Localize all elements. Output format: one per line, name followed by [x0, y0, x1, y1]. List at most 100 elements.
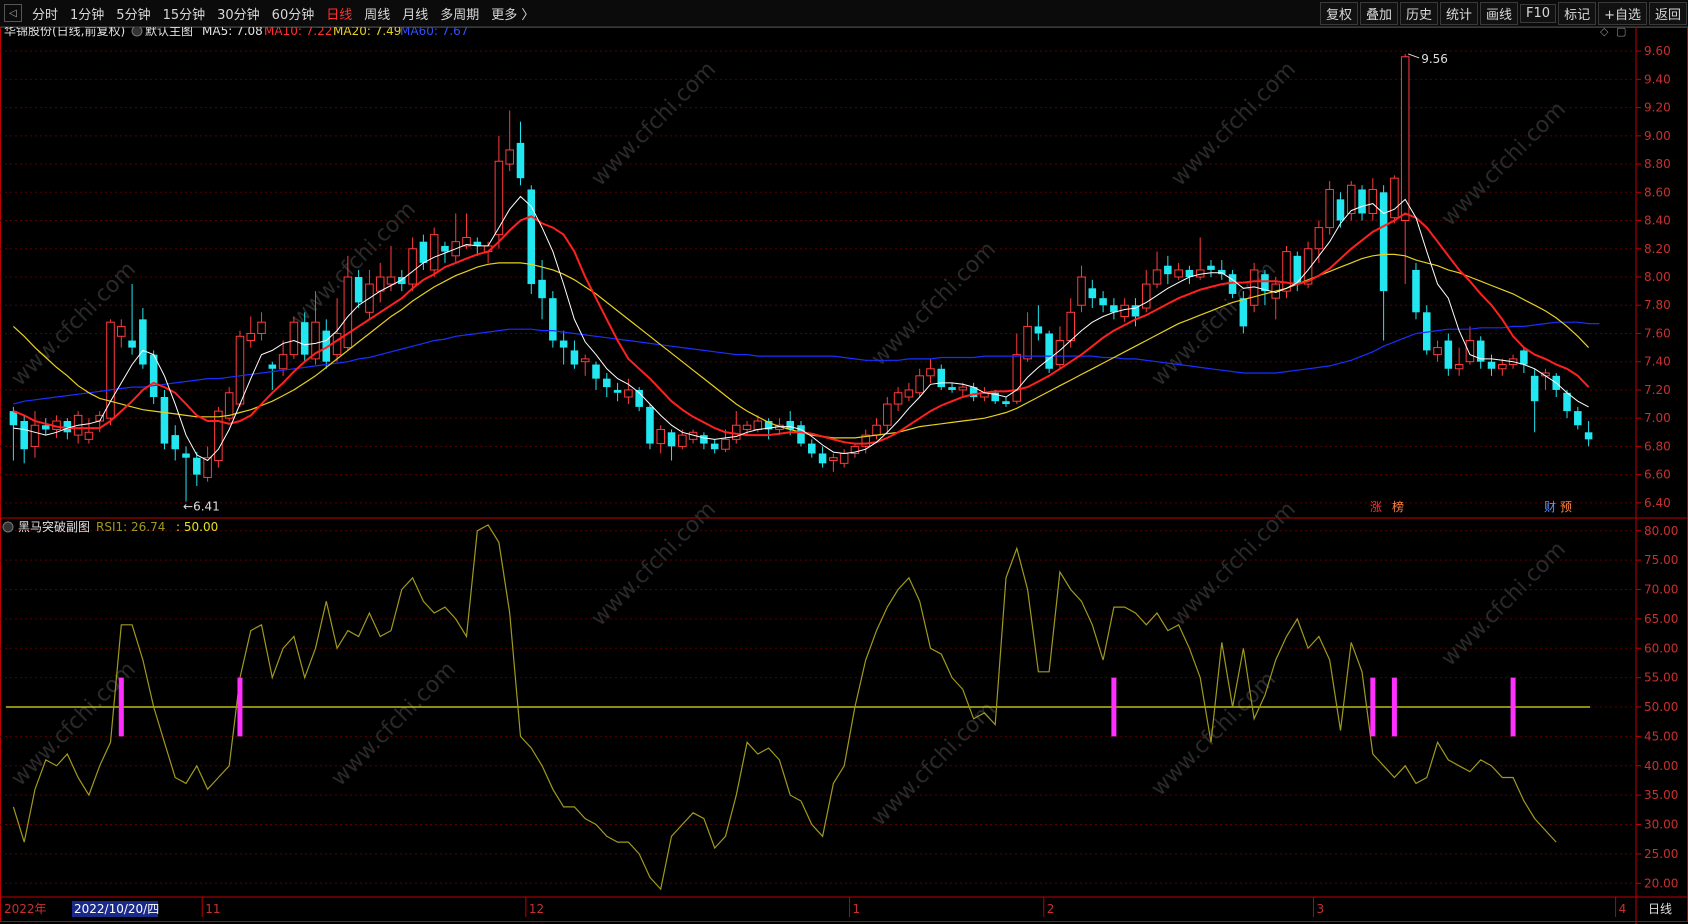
period-tab-9[interactable]: 多周期 — [434, 4, 485, 23]
candle-46 — [505, 110, 514, 172]
candle-0 — [9, 406, 18, 461]
candle-body — [549, 298, 557, 341]
watermark: www.cfchi.com — [1167, 497, 1301, 631]
tool-button-6[interactable]: 标记 — [1558, 1, 1597, 25]
price-tick-label: 9.60 — [1644, 44, 1671, 58]
candle-17 — [193, 452, 201, 486]
candle-body — [797, 425, 805, 444]
candle-body — [375, 276, 385, 292]
stock-name-label: 华锦股份(日线,前复权) — [4, 27, 125, 38]
rsi-tick-label: 60.00 — [1644, 641, 1678, 655]
price-tick-label: 7.40 — [1644, 355, 1671, 369]
tool-button-8[interactable]: 返回 — [1648, 1, 1687, 25]
tool-button-2[interactable]: 历史 — [1399, 1, 1438, 25]
candle-127 — [1379, 185, 1388, 341]
tool-button-3[interactable]: 统计 — [1440, 1, 1479, 25]
candle-body — [904, 389, 914, 398]
diamond-icon: ◇ — [1600, 27, 1609, 38]
candle-body — [1002, 401, 1010, 405]
candle-body — [1066, 311, 1076, 342]
candle-body — [1412, 269, 1420, 313]
candle-body — [808, 443, 816, 454]
tool-button-0[interactable]: 复权 — [1319, 1, 1358, 25]
month-label-0: 11 — [205, 902, 220, 916]
rsi-tick-label: 70.00 — [1644, 583, 1678, 597]
candle-body — [343, 276, 353, 349]
period-tab-5[interactable]: 60分钟 — [266, 4, 321, 23]
ma10-value: MA10: 7.22 — [264, 27, 332, 38]
candle-body — [1530, 375, 1539, 402]
back-arrow-icon[interactable]: ◁ — [4, 4, 22, 22]
candle-body — [1563, 392, 1571, 412]
candle-54 — [592, 361, 600, 390]
period-tab-6[interactable]: 日线 — [320, 4, 358, 23]
candle-145 — [1574, 406, 1582, 430]
event-tag-2: 财 — [1544, 500, 1556, 514]
tool-button-1[interactable]: 叠加 — [1359, 1, 1398, 25]
period-tab-2[interactable]: 5分钟 — [110, 4, 156, 23]
candle-41 — [451, 213, 461, 263]
candle-50 — [549, 291, 557, 348]
kline-chart[interactable]: 6.40 6.60 6.80 7.00 7.20 7.40 7.60 7.80 8.00 8.20… — [0, 27, 1688, 924]
candle-12 — [139, 308, 147, 369]
candle-104 — [1131, 298, 1140, 327]
period-tab-4[interactable]: 30分钟 — [211, 4, 266, 23]
candle-59 — [646, 404, 654, 450]
candle-body — [1141, 283, 1151, 309]
candle-body — [1077, 276, 1086, 306]
candle-body — [63, 421, 72, 433]
rsi-tick-label: 80.00 — [1644, 524, 1678, 538]
candle-body — [84, 431, 94, 440]
candle-15 — [171, 425, 180, 461]
candle-body — [721, 438, 730, 450]
candle-body — [742, 424, 752, 430]
period-tab-1[interactable]: 1分钟 — [64, 4, 110, 23]
candle-93 — [1012, 333, 1022, 405]
candle-23 — [257, 312, 266, 341]
candle-26 — [289, 316, 299, 359]
rsi-tick-label: 40.00 — [1644, 759, 1678, 773]
candle-body — [149, 354, 158, 397]
candle-36 — [398, 269, 406, 292]
candle-128 — [1390, 175, 1399, 224]
candle-18 — [203, 446, 212, 482]
candle-body — [1379, 192, 1388, 292]
candle-body — [678, 434, 687, 447]
candle-body — [1207, 265, 1215, 270]
tool-button-4[interactable]: 画线 — [1480, 1, 1519, 25]
candle-body — [753, 420, 763, 430]
collapse-circle-icon — [2, 521, 14, 533]
high-pointer — [1408, 53, 1420, 59]
period-tab-7[interactable]: 周线 — [358, 4, 396, 23]
candle-126 — [1368, 178, 1378, 221]
tool-button-5[interactable]: F10 — [1520, 3, 1557, 23]
candle-body — [624, 389, 633, 398]
candle-21 — [235, 330, 245, 407]
period-tab-3[interactable]: 15分钟 — [157, 4, 212, 23]
cursor-date: 2022/10/20/四 — [74, 902, 159, 916]
ma20-line — [12, 253, 1590, 439]
candle-body — [958, 386, 968, 391]
candle-73 — [797, 421, 805, 447]
tool-button-7[interactable]: +自选 — [1598, 1, 1647, 25]
candle-body — [559, 340, 568, 348]
candle-body — [948, 387, 956, 390]
period-tab-10[interactable]: 更多 〉 — [485, 4, 540, 23]
candle-body — [1099, 298, 1107, 306]
candle-body — [839, 452, 849, 464]
candle-100 — [1088, 279, 1097, 309]
candle-106 — [1152, 251, 1162, 289]
window-icon: ▢ — [1616, 27, 1626, 38]
price-tick-label: 7.00 — [1644, 411, 1671, 425]
period-tab-8[interactable]: 月线 — [396, 4, 434, 23]
candle-body — [429, 234, 439, 271]
candle-body — [1454, 364, 1464, 370]
candle-101 — [1099, 291, 1107, 313]
period-tab-0[interactable]: 分时 — [26, 4, 64, 23]
candle-body — [268, 364, 277, 369]
period-tabs: ◁ 分时 1分钟 5分钟 15分钟 30分钟 60分钟 日线 周线 月线 多周期 更多 〉 — [0, 0, 540, 26]
candle-118 — [1282, 245, 1291, 299]
candle-96 — [1045, 330, 1053, 373]
candle-116 — [1261, 269, 1269, 306]
candle-136 — [1476, 336, 1485, 369]
